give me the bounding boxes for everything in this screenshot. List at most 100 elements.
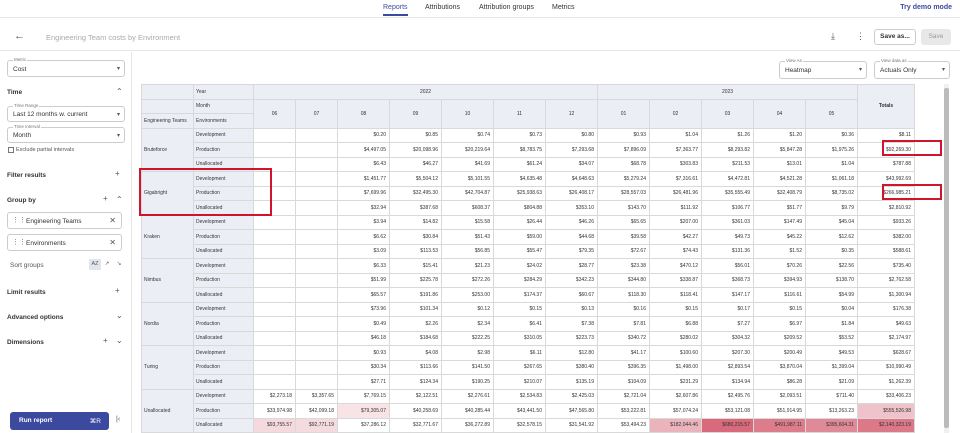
value-cell[interactable]: $15.58 [441, 214, 494, 230]
value-cell[interactable]: $51.43 [441, 229, 494, 245]
value-cell[interactable]: $86.28 [753, 374, 806, 390]
value-cell[interactable]: $0.15 [493, 301, 546, 317]
try-demo-mode-link[interactable]: Try demo mode [900, 4, 952, 11]
value-cell[interactable]: $26.44 [493, 214, 546, 230]
value-cell[interactable]: $284.29 [493, 272, 546, 288]
run-report-button[interactable]: Run report ⌘R [10, 412, 109, 430]
scrollbar-thumb[interactable] [944, 88, 949, 428]
tab-metrics[interactable]: Metrics [552, 4, 575, 11]
value-cell[interactable]: $21.09 [805, 374, 858, 390]
team-cell[interactable]: Unallocated [141, 388, 194, 433]
value-cell[interactable]: $310.05 [493, 330, 546, 346]
value-cell[interactable]: $74.43 [649, 243, 702, 259]
value-cell[interactable] [295, 287, 338, 303]
environment-cell[interactable]: Unallocated [193, 417, 254, 433]
value-cell[interactable] [253, 316, 296, 332]
value-cell[interactable]: $54.99 [805, 287, 858, 303]
value-cell[interactable]: $7,896.09 [597, 142, 650, 158]
team-cell[interactable]: Kraken [141, 214, 194, 259]
value-cell[interactable]: $344.80 [597, 272, 650, 288]
value-cell[interactable]: $207.00 [649, 214, 702, 230]
total-cell[interactable]: $628.67 [857, 345, 915, 361]
value-cell[interactable] [295, 185, 338, 201]
value-cell[interactable]: $61.24 [493, 156, 546, 172]
value-cell[interactable] [253, 359, 296, 375]
value-cell[interactable]: $41.69 [441, 156, 494, 172]
total-cell[interactable]: $735.40 [857, 258, 915, 274]
total-cell[interactable]: $382.00 [857, 229, 915, 245]
total-cell[interactable]: $2,140,323.19 [857, 417, 915, 433]
metric-select[interactable]: Metric Cost ▾ [7, 57, 125, 77]
value-cell[interactable]: $44.68 [545, 229, 598, 245]
value-cell[interactable]: $2,276.61 [441, 388, 494, 404]
advanced-options-title[interactable]: Advanced options [7, 314, 63, 321]
chevron-up-icon[interactable]: ⌃ [116, 195, 123, 204]
value-cell[interactable]: $4,648.63 [545, 171, 598, 187]
value-cell[interactable]: $5,847.28 [753, 142, 806, 158]
add-group-icon[interactable]: + [103, 194, 108, 203]
value-cell[interactable]: $15.41 [389, 258, 442, 274]
value-cell[interactable]: $2,122.51 [389, 388, 442, 404]
value-cell[interactable]: $30.34 [337, 359, 390, 375]
environment-cell[interactable]: Production [193, 142, 254, 158]
value-cell[interactable]: $30.84 [389, 229, 442, 245]
value-cell[interactable]: $46.18 [337, 330, 390, 346]
value-cell[interactable]: $42.27 [649, 229, 702, 245]
value-cell[interactable]: $6.97 [753, 316, 806, 332]
value-cell[interactable]: $0.35 [805, 243, 858, 259]
value-cell[interactable]: $92,771.19 [295, 417, 338, 433]
add-limit-icon[interactable]: + [115, 286, 120, 295]
value-cell[interactable]: $0.74 [441, 127, 494, 143]
close-icon[interactable]: ✕ [109, 238, 116, 247]
value-cell[interactable] [295, 345, 338, 361]
value-cell[interactable]: $13,263.23 [805, 403, 858, 419]
time-range-select[interactable]: Time Range Last 12 months w. current ▾ [7, 103, 125, 122]
value-cell[interactable]: $0.36 [805, 127, 858, 143]
value-cell[interactable]: $59.00 [493, 229, 546, 245]
time-interval-select[interactable]: Time Interval Month ▾ [7, 124, 125, 143]
exclude-partial-checkbox[interactable] [8, 147, 14, 153]
value-cell[interactable]: $608.37 [441, 200, 494, 216]
value-cell[interactable]: $342.23 [545, 272, 598, 288]
value-cell[interactable]: $280.02 [649, 330, 702, 346]
value-cell[interactable]: $24.02 [493, 258, 546, 274]
value-cell[interactable]: $4,497.05 [337, 142, 390, 158]
value-cell[interactable]: $138.70 [805, 272, 858, 288]
value-cell[interactable]: $28,557.03 [597, 185, 650, 201]
value-cell[interactable]: $32,408.79 [753, 185, 806, 201]
value-cell[interactable]: $6.11 [493, 345, 546, 361]
value-cell[interactable]: $210.07 [493, 374, 546, 390]
value-cell[interactable] [253, 345, 296, 361]
value-cell[interactable]: $6.33 [337, 258, 390, 274]
close-icon[interactable]: ✕ [109, 216, 116, 225]
value-cell[interactable]: $5,101.55 [441, 171, 494, 187]
value-cell[interactable]: $2,093.51 [753, 388, 806, 404]
value-cell[interactable]: $143.70 [597, 200, 650, 216]
environment-cell[interactable]: Production [193, 272, 254, 288]
environment-cell[interactable]: Production [193, 359, 254, 375]
value-cell[interactable]: $1.20 [753, 127, 806, 143]
value-cell[interactable]: $470.12 [649, 258, 702, 274]
value-cell[interactable]: $106.77 [701, 200, 754, 216]
value-cell[interactable] [295, 359, 338, 375]
value-cell[interactable]: $135.19 [545, 374, 598, 390]
value-cell[interactable] [295, 127, 338, 143]
environment-cell[interactable]: Unallocated [193, 374, 254, 390]
value-cell[interactable]: $361.03 [701, 214, 754, 230]
team-cell[interactable]: Nordia [141, 301, 194, 346]
value-cell[interactable]: $1.52 [753, 243, 806, 259]
value-cell[interactable]: $113.53 [389, 243, 442, 259]
value-cell[interactable]: $207.30 [701, 345, 754, 361]
value-cell[interactable]: $13.01 [753, 156, 806, 172]
value-cell[interactable]: $118.30 [597, 287, 650, 303]
value-cell[interactable]: $387.68 [389, 200, 442, 216]
value-cell[interactable]: $43,441.50 [493, 403, 546, 419]
value-cell[interactable]: $253.00 [441, 287, 494, 303]
value-cell[interactable]: $0.93 [597, 127, 650, 143]
value-cell[interactable]: $0.93 [337, 345, 390, 361]
environment-cell[interactable]: Development [193, 301, 254, 317]
value-cell[interactable]: $42,099.18 [295, 403, 338, 419]
value-cell[interactable] [295, 171, 338, 187]
collapse-sidebar-icon[interactable]: |‹ [116, 416, 120, 423]
value-cell[interactable]: $2,534.83 [493, 388, 546, 404]
